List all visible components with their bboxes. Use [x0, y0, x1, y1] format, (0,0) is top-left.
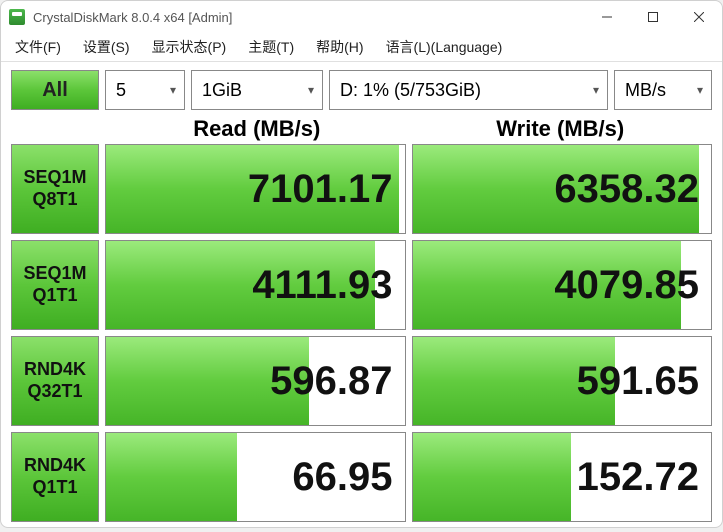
runs-value: 5: [116, 80, 126, 101]
header-write: Write (MB/s): [409, 116, 713, 142]
write-cell: 591.65: [412, 336, 713, 426]
menu-settings[interactable]: 设置(S): [73, 33, 140, 61]
test-label-line1: SEQ1M: [23, 263, 86, 285]
read-value: 596.87: [270, 359, 392, 404]
titlebar: CrystalDiskMark 8.0.4 x64 [Admin]: [1, 1, 722, 33]
menubar: 文件(F) 设置(S) 显示状态(P) 主题(T) 帮助(H) 语言(L)(La…: [1, 33, 722, 62]
test-button-rnd4k-q1t1[interactable]: RND4K Q1T1: [11, 432, 99, 522]
app-icon: [9, 9, 25, 25]
size-value: 1GiB: [202, 80, 242, 101]
test-label-line2: Q1T1: [32, 477, 77, 499]
unit-value: MB/s: [625, 80, 666, 101]
window-title: CrystalDiskMark 8.0.4 x64 [Admin]: [33, 10, 232, 25]
drive-value: D: 1% (5/753GiB): [340, 80, 481, 101]
write-fill-bar: [413, 433, 571, 521]
write-value: 152.72: [577, 455, 699, 500]
result-row: SEQ1M Q1T1 4111.93 4079.85: [11, 240, 712, 330]
size-select[interactable]: 1GiB ▾: [191, 70, 323, 110]
read-cell: 7101.17: [105, 144, 406, 234]
write-cell: 6358.32: [412, 144, 713, 234]
write-cell: 4079.85: [412, 240, 713, 330]
drive-select[interactable]: D: 1% (5/753GiB) ▾: [329, 70, 608, 110]
result-row: RND4K Q32T1 596.87 591.65: [11, 336, 712, 426]
test-button-seq1m-q1t1[interactable]: SEQ1M Q1T1: [11, 240, 99, 330]
chevron-down-icon: ▾: [593, 83, 599, 97]
read-value: 66.95: [292, 455, 392, 500]
read-cell: 66.95: [105, 432, 406, 522]
runs-select[interactable]: 5 ▾: [105, 70, 185, 110]
controls-row: All 5 ▾ 1GiB ▾ D: 1% (5/753GiB) ▾ MB/s ▾: [1, 62, 722, 114]
chevron-down-icon: ▾: [697, 83, 703, 97]
result-row: RND4K Q1T1 66.95 152.72: [11, 432, 712, 522]
test-button-seq1m-q8t1[interactable]: SEQ1M Q8T1: [11, 144, 99, 234]
app-window: CrystalDiskMark 8.0.4 x64 [Admin] 文件(F) …: [0, 0, 723, 528]
write-value: 591.65: [577, 359, 699, 404]
test-button-rnd4k-q32t1[interactable]: RND4K Q32T1: [11, 336, 99, 426]
test-label-line2: Q32T1: [27, 381, 82, 403]
read-cell: 4111.93: [105, 240, 406, 330]
read-cell: 596.87: [105, 336, 406, 426]
menu-language[interactable]: 语言(L)(Language): [376, 33, 513, 61]
test-label-line1: SEQ1M: [23, 167, 86, 189]
results-grid: SEQ1M Q8T1 7101.17 6358.32 SEQ1M Q1T1 41…: [1, 144, 722, 532]
test-label-line2: Q8T1: [32, 189, 77, 211]
menu-theme[interactable]: 主题(T): [238, 33, 304, 61]
maximize-button[interactable]: [630, 1, 676, 33]
test-label-line1: RND4K: [24, 455, 86, 477]
write-value: 4079.85: [554, 263, 699, 308]
run-all-button[interactable]: All: [11, 70, 99, 110]
chevron-down-icon: ▾: [170, 83, 176, 97]
read-value: 4111.93: [252, 263, 392, 308]
write-value: 6358.32: [554, 167, 699, 212]
chevron-down-icon: ▾: [308, 83, 314, 97]
header-read: Read (MB/s): [105, 116, 409, 142]
unit-select[interactable]: MB/s ▾: [614, 70, 712, 110]
result-row: SEQ1M Q8T1 7101.17 6358.32: [11, 144, 712, 234]
menu-help[interactable]: 帮助(H): [306, 33, 373, 61]
test-label-line1: RND4K: [24, 359, 86, 381]
menu-file[interactable]: 文件(F): [5, 33, 71, 61]
read-fill-bar: [106, 433, 237, 521]
write-cell: 152.72: [412, 432, 713, 522]
read-value: 7101.17: [248, 167, 393, 212]
column-headers: Read (MB/s) Write (MB/s): [1, 114, 722, 144]
test-label-line2: Q1T1: [32, 285, 77, 307]
minimize-button[interactable]: [584, 1, 630, 33]
menu-display[interactable]: 显示状态(P): [142, 33, 237, 61]
close-button[interactable]: [676, 1, 722, 33]
